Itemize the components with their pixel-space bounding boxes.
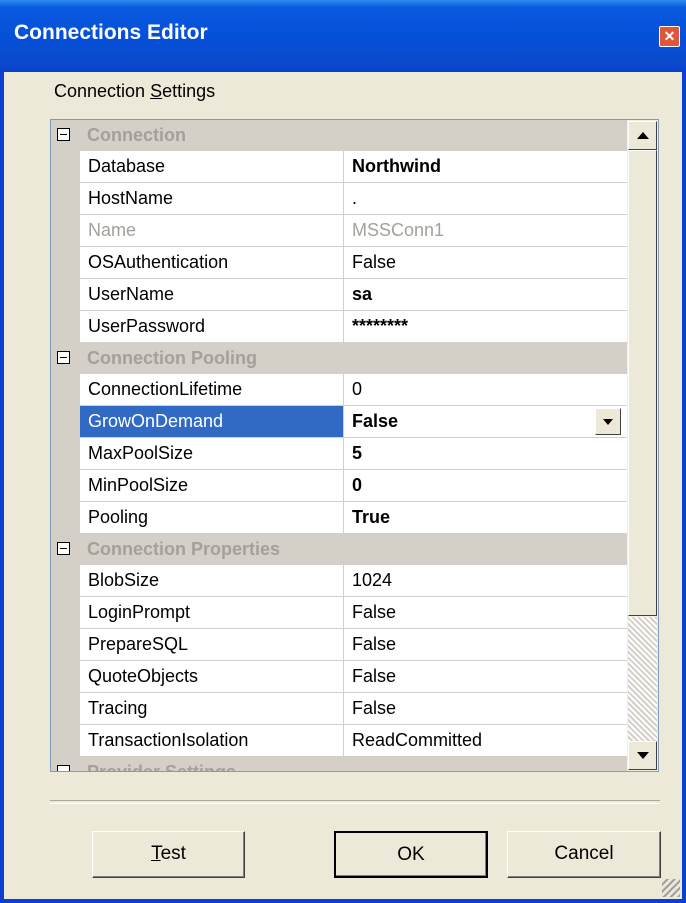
- connection-settings-label: Connection Settings: [54, 81, 216, 101]
- category-connection-pooling[interactable]: Connection Pooling: [51, 343, 627, 374]
- category-label: Provider Settings: [87, 762, 237, 772]
- property-name: GrowOnDemand: [80, 406, 344, 438]
- property-name: TransactionIsolation: [80, 725, 344, 757]
- ok-button[interactable]: OK: [334, 831, 488, 878]
- property-value[interactable]: False: [344, 247, 627, 279]
- property-value[interactable]: False: [344, 661, 627, 693]
- property-row-name[interactable]: Name MSSConn1: [51, 215, 627, 247]
- scroll-down-icon[interactable]: [628, 741, 657, 770]
- property-row-database[interactable]: Database Northwind: [51, 151, 627, 183]
- property-row-blobsize[interactable]: BlobSize 1024: [51, 565, 627, 597]
- title-bar[interactable]: Connections Editor ✕: [0, 0, 686, 72]
- property-row-hostname[interactable]: HostName .: [51, 183, 627, 215]
- property-value[interactable]: 1024: [344, 565, 627, 597]
- property-name: HostName: [80, 183, 344, 215]
- collapse-icon[interactable]: [57, 128, 70, 141]
- property-value[interactable]: ********: [344, 311, 627, 343]
- property-row-maxpoolsize[interactable]: MaxPoolSize 5: [51, 438, 627, 470]
- scroll-thumb[interactable]: [628, 150, 657, 616]
- property-row-username[interactable]: UserName sa: [51, 279, 627, 311]
- property-name: OSAuthentication: [80, 247, 344, 279]
- category-label: Connection Pooling: [87, 348, 257, 368]
- property-name: MaxPoolSize: [80, 438, 344, 470]
- resize-grip-icon[interactable]: [662, 879, 680, 897]
- category-label: Connection Properties: [87, 539, 281, 559]
- scroll-up-icon[interactable]: [628, 121, 657, 150]
- property-name: Database: [80, 151, 344, 183]
- window-title: Connections Editor: [14, 21, 208, 44]
- property-name: QuoteObjects: [80, 661, 344, 693]
- property-value[interactable]: False: [344, 693, 627, 725]
- separator: [50, 800, 660, 804]
- property-row-transactionisolation[interactable]: TransactionIsolation ReadCommitted: [51, 725, 627, 757]
- category-label: Connection: [87, 125, 186, 145]
- property-value[interactable]: False: [344, 406, 627, 438]
- property-name: Pooling: [80, 502, 344, 534]
- property-name: Name: [80, 215, 344, 247]
- collapse-icon[interactable]: [57, 765, 70, 771]
- collapse-icon[interactable]: [57, 542, 70, 555]
- property-value[interactable]: False: [344, 597, 627, 629]
- category-provider-settings[interactable]: Provider Settings: [51, 757, 627, 772]
- vertical-scrollbar[interactable]: [627, 120, 658, 771]
- close-icon[interactable]: ✕: [659, 26, 680, 47]
- property-row-minpoolsize[interactable]: MinPoolSize 0: [51, 470, 627, 502]
- category-connection[interactable]: Connection: [51, 120, 627, 151]
- property-value[interactable]: ReadCommitted: [344, 725, 627, 757]
- test-button[interactable]: Test: [92, 831, 245, 878]
- property-name: UserPassword: [80, 311, 344, 343]
- property-row-connectionlifetime[interactable]: ConnectionLifetime 0: [51, 374, 627, 406]
- property-row-loginprompt[interactable]: LoginPrompt False: [51, 597, 627, 629]
- property-name: ConnectionLifetime: [80, 374, 344, 406]
- property-value[interactable]: 5: [344, 438, 627, 470]
- property-value[interactable]: False: [344, 629, 627, 661]
- property-row-tracing[interactable]: Tracing False: [51, 693, 627, 725]
- property-value[interactable]: 0: [344, 374, 627, 406]
- property-name: Tracing: [80, 693, 344, 725]
- property-row-quoteobjects[interactable]: QuoteObjects False: [51, 661, 627, 693]
- property-value[interactable]: .: [344, 183, 627, 215]
- property-value[interactable]: True: [344, 502, 627, 534]
- property-value: MSSConn1: [344, 215, 627, 247]
- connections-editor-window: Connections Editor ✕ Connection Settings…: [0, 0, 686, 903]
- scroll-track[interactable]: [628, 617, 657, 741]
- dropdown-arrow-icon[interactable]: [595, 408, 621, 435]
- property-name: LoginPrompt: [80, 597, 344, 629]
- property-row-userpassword[interactable]: UserPassword ********: [51, 311, 627, 343]
- property-value[interactable]: Northwind: [344, 151, 627, 183]
- property-row-growondemand[interactable]: GrowOnDemand False: [51, 406, 627, 438]
- property-value[interactable]: 0: [344, 470, 627, 502]
- property-row-preparesql[interactable]: PrepareSQL False: [51, 629, 627, 661]
- property-value[interactable]: sa: [344, 279, 627, 311]
- property-name: MinPoolSize: [80, 470, 344, 502]
- cancel-button[interactable]: Cancel: [507, 831, 661, 878]
- property-name: UserName: [80, 279, 344, 311]
- property-name: BlobSize: [80, 565, 344, 597]
- property-row-pooling[interactable]: Pooling True: [51, 502, 627, 534]
- property-row-osauthentication[interactable]: OSAuthentication False: [51, 247, 627, 279]
- property-grid[interactable]: Connection Database Northwind HostName .…: [50, 119, 659, 772]
- collapse-icon[interactable]: [57, 351, 70, 364]
- category-connection-properties[interactable]: Connection Properties: [51, 534, 627, 565]
- property-name: PrepareSQL: [80, 629, 344, 661]
